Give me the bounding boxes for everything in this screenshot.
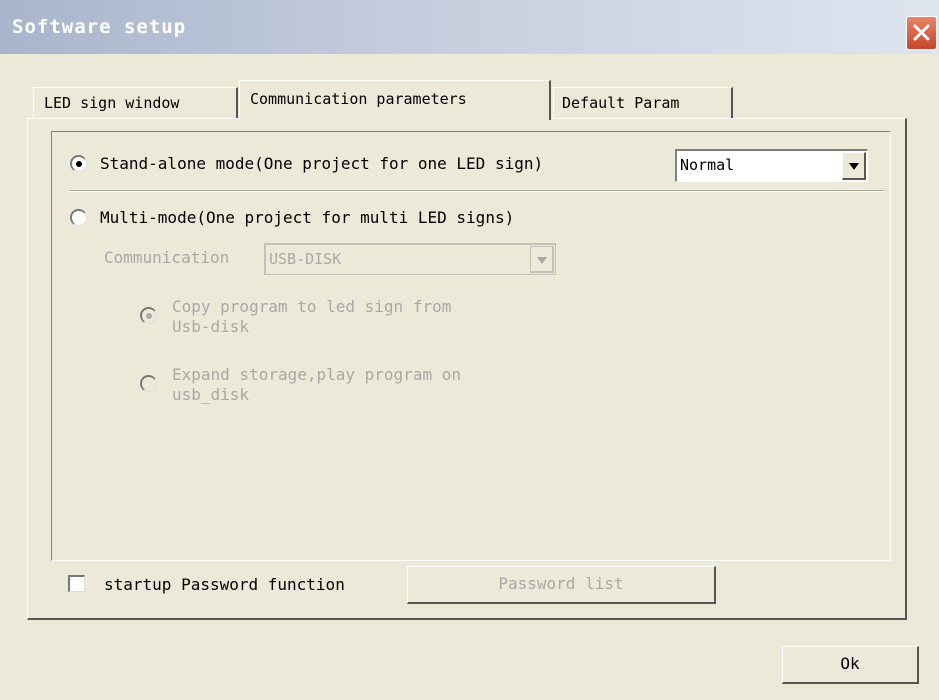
copy-program-label: Copy program to led sign from Usb-disk <box>172 297 451 337</box>
expand-storage-line2: usb_disk <box>172 385 250 404</box>
copy-program-line1: Copy program to led sign from <box>172 297 452 316</box>
standalone-mode-select[interactable]: Normal <box>675 149 868 182</box>
startup-password-checkbox[interactable] <box>68 575 85 592</box>
tab-default-param[interactable]: Default Param <box>553 87 733 118</box>
password-list-button[interactable]: Password list <box>407 566 716 604</box>
communication-select[interactable]: USB-DISK <box>264 243 556 275</box>
close-x-icon <box>913 24 930 41</box>
chevron-down-icon <box>537 257 547 264</box>
chevron-down-icon <box>849 163 859 170</box>
multi-mode-radio[interactable] <box>70 209 87 226</box>
standalone-mode-label: Stand-alone mode(One project for one LED… <box>100 154 544 173</box>
separator <box>70 190 885 192</box>
tab-panel-communication: Stand-alone mode(One project for one LED… <box>27 118 907 620</box>
communication-value: USB-DISK <box>269 250 342 268</box>
window-title: Software setup <box>12 16 187 38</box>
standalone-mode-radio[interactable] <box>70 155 87 172</box>
select-dropdown-button[interactable] <box>842 152 866 180</box>
communication-dropdown-button[interactable] <box>530 246 554 273</box>
tab-label: LED sign window <box>44 94 180 112</box>
multi-mode-label: Multi-mode(One project for multi LED sig… <box>100 208 515 227</box>
tab-label: Default Param <box>562 94 680 112</box>
select-value: Normal <box>680 156 735 174</box>
expand-storage-radio[interactable] <box>140 375 157 392</box>
title-bar: Software setup <box>0 0 939 54</box>
ok-button[interactable]: Ok <box>782 646 919 684</box>
tab-label: Communication parameters <box>250 90 467 108</box>
mode-group-panel: Stand-alone mode(One project for one LED… <box>51 131 891 561</box>
copy-program-line2: Usb-disk <box>172 317 250 336</box>
copy-program-radio[interactable] <box>140 307 157 324</box>
tab-communication-parameters[interactable]: Communication parameters <box>239 80 551 120</box>
expand-storage-label: Expand storage,play program on usb_disk <box>172 365 461 405</box>
startup-password-label: startup Password function <box>104 575 345 594</box>
expand-storage-line1: Expand storage,play program on <box>172 365 461 384</box>
communication-label: Communication <box>104 248 230 267</box>
close-button[interactable] <box>906 16 937 50</box>
tab-led-sign-window[interactable]: LED sign window <box>33 87 238 118</box>
